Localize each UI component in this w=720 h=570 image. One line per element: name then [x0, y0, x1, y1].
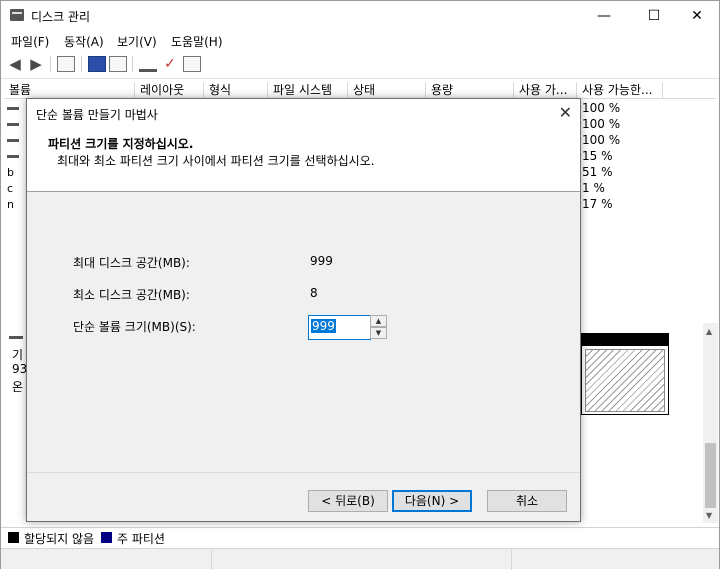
legend-bar: 할당되지 않음 주 파티션	[1, 527, 719, 547]
status-cell	[511, 549, 512, 570]
percent-free-cell: 51 %	[582, 165, 613, 179]
disk-management-window: 디스크 관리 — ☐ ✕ 파일(F) 동작(A) 보기(V) 도움말(H) ◀ …	[0, 0, 720, 570]
column-capacity[interactable]: 용량	[426, 82, 514, 99]
disk-icon	[9, 336, 23, 339]
new-simple-volume-wizard: 단순 볼륨 만들기 마법사 ✕ 파티션 크기를 지정하십시오. 최대와 최소 파…	[26, 98, 581, 522]
percent-free-cell: 100 %	[582, 101, 621, 115]
help-icon[interactable]	[88, 56, 106, 72]
back-button[interactable]: < 뒤로(B)	[308, 490, 388, 512]
volume-row-icon	[7, 155, 19, 158]
menu-action[interactable]: 동작(A)	[64, 33, 104, 50]
column-status[interactable]: 상태	[348, 82, 426, 99]
volume-row-icon	[7, 139, 19, 142]
maximize-button[interactable]: ☐	[631, 1, 677, 31]
disk-management-app-icon	[10, 9, 24, 21]
console-tree-icon[interactable]	[57, 56, 75, 72]
min-disk-space-label: 최소 디스크 공간(MB):	[73, 288, 190, 302]
volume-size-stepper[interactable]: 999 ▲ ▼	[308, 315, 387, 340]
volume-row-fragment: n	[7, 198, 14, 211]
simple-volume-size-label: 단순 볼륨 크기(MB)(S):	[73, 320, 196, 334]
window-title: 디스크 관리	[31, 10, 91, 24]
max-disk-space-value: 999	[310, 254, 333, 268]
column-percent-free[interactable]: 사용 가능한...	[577, 82, 663, 99]
wizard-header: 파티션 크기를 지정하십시오. 최대와 최소 파티션 크기 사이에서 파티션 크…	[27, 127, 580, 192]
max-disk-space-label: 최대 디스크 공간(MB):	[73, 256, 190, 270]
volume-row-fragment: c	[7, 182, 14, 195]
disk-size-fragment: 93	[12, 362, 28, 376]
min-disk-space-value: 8	[310, 286, 318, 300]
menu-file[interactable]: 파일(F)	[11, 33, 49, 50]
toolbar-separator	[50, 56, 51, 72]
column-type[interactable]: 형식	[204, 82, 268, 99]
properties-pane-icon[interactable]	[109, 56, 127, 72]
scrollbar-thumb[interactable]	[705, 443, 716, 508]
wizard-title: 단순 볼륨 만들기 마법사	[36, 108, 158, 122]
spin-down-icon[interactable]: ▼	[370, 327, 387, 339]
volume-row-icon	[7, 107, 19, 110]
connect-disk-icon[interactable]	[139, 56, 157, 72]
percent-free-cell: 100 %	[582, 133, 621, 147]
partition-hatch-area	[585, 349, 665, 412]
unallocated-swatch	[8, 532, 19, 543]
toolbar-separator	[132, 56, 133, 72]
unallocated-partition-block[interactable]	[581, 333, 669, 415]
volume-size-input[interactable]: 999	[308, 315, 371, 340]
legend-primary-partition-label: 주 파티션	[117, 532, 165, 546]
menu-view[interactable]: 보기(V)	[117, 33, 157, 50]
disk-status-fragment: 온	[12, 380, 24, 394]
partition-header-bar	[582, 334, 668, 346]
lower-pane-scrollbar[interactable]: ▲ ▼	[703, 323, 718, 523]
disk-label-fragment: 기	[12, 348, 24, 362]
wizard-heading: 파티션 크기를 지정하십시오.	[48, 137, 194, 151]
cancel-button[interactable]: 취소	[487, 490, 567, 512]
scroll-down-icon[interactable]: ▼	[706, 511, 712, 520]
close-button[interactable]: ✕	[674, 1, 720, 31]
wizard-close-icon[interactable]: ✕	[559, 103, 572, 122]
settings-list-icon[interactable]	[183, 56, 201, 72]
back-arrow-icon[interactable]: ◀	[6, 56, 24, 72]
toolbar-separator	[81, 56, 82, 72]
column-volume[interactable]: 볼륨	[4, 82, 135, 99]
volume-size-selected-text: 999	[311, 319, 336, 333]
volume-row-fragment: b	[7, 166, 14, 179]
wizard-footer-separator	[27, 472, 580, 473]
volume-list-header: 볼륨 레이아웃 형식 파일 시스템 상태 용량 사용 가... 사용 가능한..…	[4, 82, 716, 99]
percent-free-cell: 1 %	[582, 181, 605, 195]
column-file-system[interactable]: 파일 시스템	[268, 82, 348, 99]
next-button[interactable]: 다음(N) >	[392, 490, 472, 512]
legend-unallocated-label: 할당되지 않음	[24, 532, 95, 546]
column-layout[interactable]: 레이아웃	[135, 82, 204, 99]
percent-free-cell: 15 %	[582, 149, 613, 163]
forward-arrow-icon[interactable]: ▶	[27, 56, 45, 72]
status-cell	[211, 549, 212, 570]
primary-partition-swatch	[101, 532, 112, 543]
spin-up-icon[interactable]: ▲	[370, 315, 387, 327]
wizard-title-bar: 단순 볼륨 만들기 마법사 ✕	[27, 99, 580, 127]
status-bar	[1, 548, 719, 570]
percent-free-cell: 17 %	[582, 197, 613, 211]
scroll-up-icon[interactable]: ▲	[706, 327, 712, 336]
toolbar: ◀ ▶ ✓	[1, 51, 719, 79]
column-free-space[interactable]: 사용 가...	[514, 82, 577, 99]
minimize-button[interactable]: —	[581, 1, 627, 31]
check-list-icon[interactable]: ✓	[161, 56, 179, 72]
menu-bar: 파일(F) 동작(A) 보기(V) 도움말(H)	[1, 31, 719, 51]
volume-row-icon	[7, 123, 19, 126]
menu-help[interactable]: 도움말(H)	[171, 33, 223, 50]
wizard-subheading: 최대와 최소 파티션 크기 사이에서 파티션 크기를 선택하십시오.	[57, 154, 375, 168]
percent-free-cell: 100 %	[582, 117, 621, 131]
title-bar: 디스크 관리 — ☐ ✕	[1, 1, 719, 31]
